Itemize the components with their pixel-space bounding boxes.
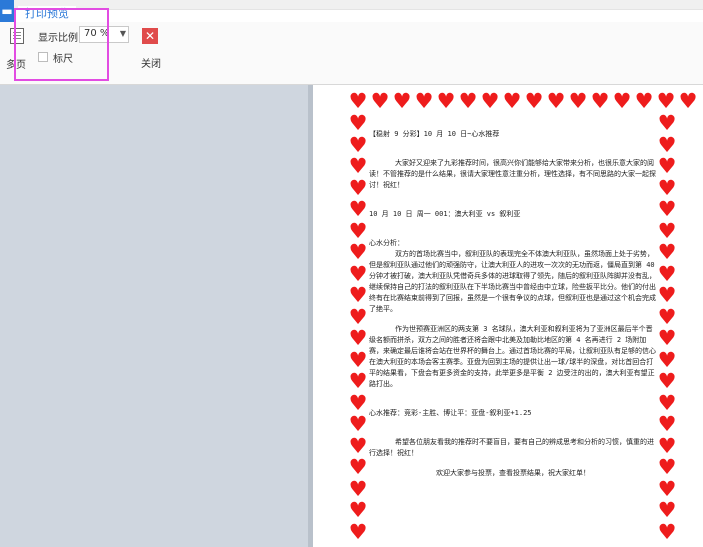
doc-intro: 大家好又迎来了九彩推荐时间，很高兴你们能够给大家带来分析，也很乐意大家的阅读！不… — [369, 159, 656, 189]
highlight-box — [14, 8, 109, 81]
heart-icon: ♥ — [348, 240, 368, 264]
heart-icon: ♥ — [348, 283, 368, 307]
doc-para-2: 作为世预赛亚洲区的两支第 3 名球队，澳大利亚和叙利亚将为了亚洲区最后半个晋级名… — [369, 325, 656, 388]
app-menu-tab[interactable]: ▬ — [0, 0, 14, 22]
heart-icon: ♥ — [348, 520, 368, 544]
heart-icon: ♥ — [657, 391, 677, 415]
heart-icon: ♥ — [657, 111, 677, 135]
heart-icon: ♥ — [348, 89, 368, 113]
doc-outro: 希望各位朋友看我的推荐时不要盲目，要有自己的辨成思考和分析的习惯，慎重的进行选择… — [369, 438, 654, 457]
heart-icon: ♥ — [348, 477, 368, 501]
heart-icon: ♥ — [480, 89, 500, 113]
doc-title: 【稳射 9 分彩】10 月 10 日~心水推荐 — [369, 130, 500, 138]
heart-icon: ♥ — [348, 455, 368, 479]
heart-icon: ♥ — [348, 391, 368, 415]
heart-icon: ♥ — [657, 520, 677, 544]
heart-icon: ♥ — [524, 89, 544, 113]
close-label: 关闭 — [141, 59, 161, 70]
heart-icon: ♥ — [634, 89, 654, 113]
heart-icon: ♥ — [657, 133, 677, 157]
heart-icon: ♥ — [657, 412, 677, 436]
chevron-down-icon: ▼ — [119, 29, 126, 38]
heart-icon: ♥ — [657, 283, 677, 307]
heart-icon: ♥ — [348, 133, 368, 157]
heart-icon: ♥ — [348, 412, 368, 436]
heart-icon: ♥ — [590, 89, 610, 113]
heart-icon: ♥ — [348, 369, 368, 393]
heart-icon: ♥ — [657, 197, 677, 221]
close-icon: ✕ — [142, 28, 158, 44]
heart-icon: ♥ — [657, 154, 677, 178]
heart-icon: ♥ — [657, 477, 677, 501]
heart-icon: ♥ — [436, 89, 456, 113]
heart-icon: ♥ — [546, 89, 566, 113]
heart-icon: ♥ — [348, 434, 368, 458]
heart-icon: ♥ — [612, 89, 632, 113]
heart-icon: ♥ — [348, 197, 368, 221]
heart-icon: ♥ — [370, 89, 390, 113]
heart-icon: ♥ — [348, 348, 368, 372]
doc-recommend: 心水推荐：竞彩-主胜、博让平：亚盘-叙利亚+1.25 — [369, 409, 532, 417]
heart-icon: ♥ — [502, 89, 522, 113]
heart-icon: ♥ — [657, 369, 677, 393]
heart-icon: ♥ — [657, 434, 677, 458]
doc-closing: 欢迎大家参与投票，查看投票结果，祝大家红单！ — [436, 469, 590, 477]
heart-icon: ♥ — [568, 89, 588, 113]
heart-icon: ♥ — [348, 498, 368, 522]
heart-icon: ♥ — [348, 219, 368, 243]
heart-icon: ♥ — [348, 262, 368, 286]
heart-icon: ♥ — [348, 326, 368, 350]
doc-para-1: 双方的首场比赛当中，叙利亚队的表现完全不体澳大利亚队，虽然场面上处于劣势，但是叙… — [369, 250, 656, 313]
heart-icon: ♥ — [414, 89, 434, 113]
heart-icon: ♥ — [656, 89, 676, 113]
preview-workspace[interactable]: ♥ ♥ ♥ ♥ ♥ ♥ ♥ ♥ ♥ ♥ ♥ ♥ ♥ ♥ ♥ ♥ ♥ ♥ ♥ ♥ ♥ ♥ ♥ ♥ ♥ ♥ ♥ ♥ ♥ ♥ ♥ ♥ ♥ ♥ ♥ ♥ ♥ ♥ ♥ ♥… — [0, 85, 703, 547]
heart-icon: ♥ — [348, 111, 368, 135]
heart-icon: ♥ — [348, 305, 368, 329]
heart-icon: ♥ — [657, 326, 677, 350]
heart-icon: ♥ — [657, 219, 677, 243]
heart-icon: ♥ — [657, 305, 677, 329]
heart-icon: ♥ — [657, 348, 677, 372]
heart-icon: ♥ — [392, 89, 412, 113]
heart-icon: ♥ — [458, 89, 478, 113]
heart-icon: ♥ — [657, 498, 677, 522]
heart-icon: ♥ — [657, 262, 677, 286]
heart-icon: ♥ — [348, 154, 368, 178]
doc-analysis-heading: 心水分析： — [369, 239, 404, 247]
workspace-background — [0, 85, 313, 547]
close-preview-button[interactable]: ✕ 关闭 — [138, 28, 164, 70]
document-content: 【稳射 9 分彩】10 月 10 日~心水推荐 大家好又迎来了九彩推荐时间，很高… — [369, 129, 657, 479]
doc-match: 10 月 10 日 周一 001：澳大利亚 vs 叙利亚 — [369, 210, 521, 218]
heart-icon: ♥ — [348, 176, 368, 200]
heart-icon: ♥ — [657, 176, 677, 200]
heart-icon: ♥ — [657, 240, 677, 264]
preview-page: ♥ ♥ ♥ ♥ ♥ ♥ ♥ ♥ ♥ ♥ ♥ ♥ ♥ ♥ ♥ ♥ ♥ ♥ ♥ ♥ ♥ ♥ ♥ ♥ ♥ ♥ ♥ ♥ ♥ ♥ ♥ ♥ ♥ ♥ ♥ ♥ ♥ ♥ ♥ ♥… — [313, 85, 703, 547]
heart-icon: ♥ — [657, 455, 677, 479]
heart-icon: ♥ — [678, 89, 698, 113]
